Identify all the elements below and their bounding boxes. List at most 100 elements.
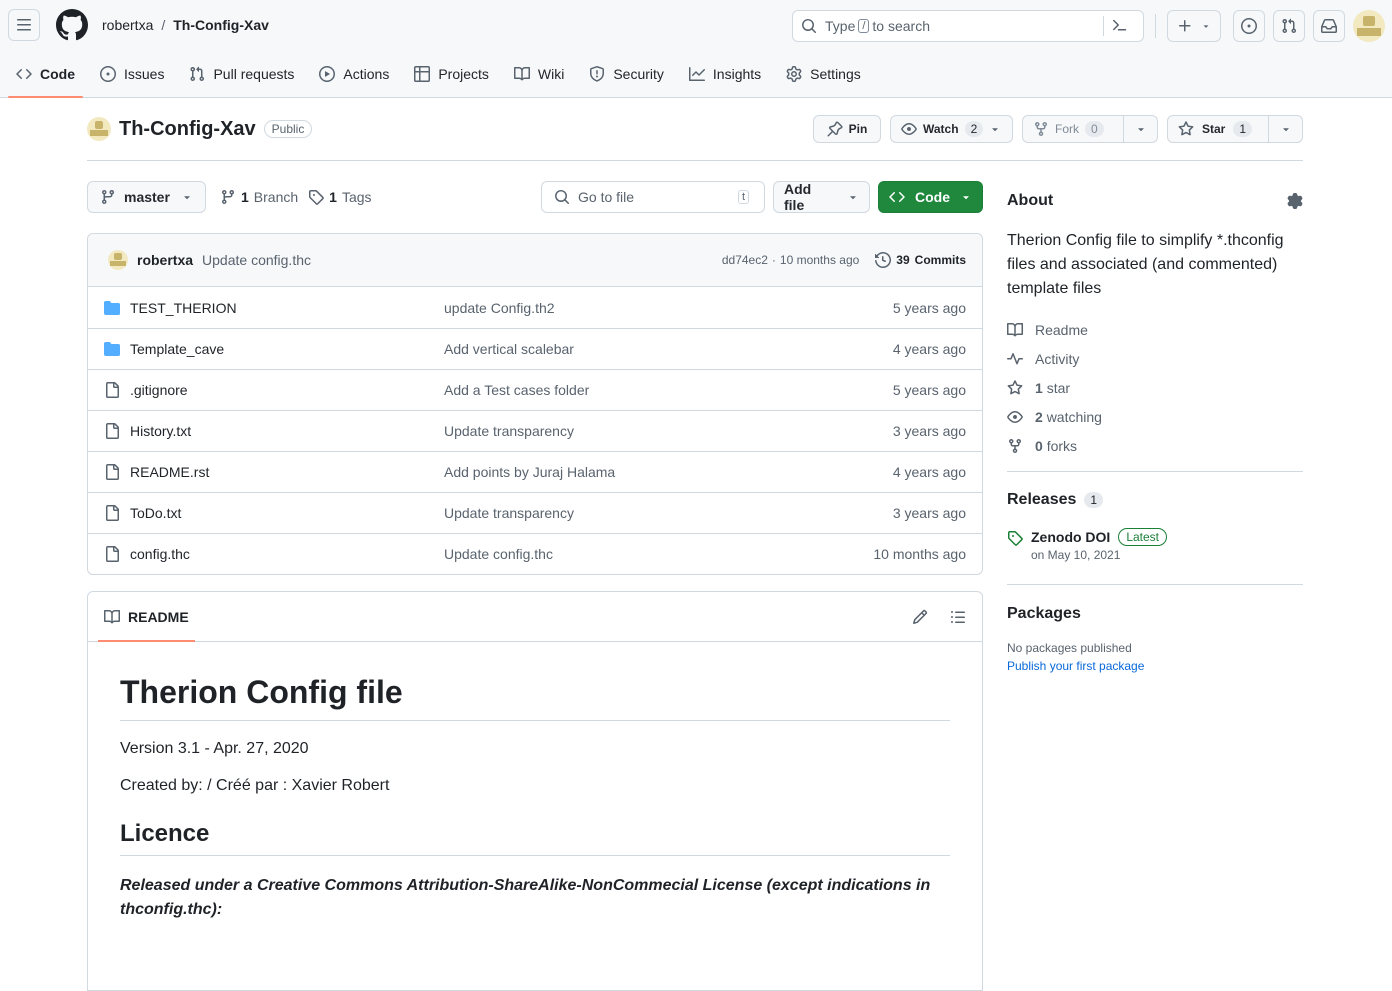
stars-link[interactable]: 1 star — [1007, 373, 1303, 402]
tab-pull-requests[interactable]: Pull requests — [181, 50, 302, 97]
tab-issues[interactable]: Issues — [92, 50, 172, 97]
readme-link[interactable]: Readme — [1007, 315, 1303, 344]
readme-licence-text: Released under a Creative Commons Attrib… — [120, 877, 931, 918]
watching-count: 2 — [1035, 408, 1043, 425]
release-item[interactable]: Zenodo DOI Latest on May 10, 2021 — [1007, 528, 1303, 562]
triangle-down-icon — [992, 128, 998, 132]
pin-button[interactable]: Pin — [813, 115, 881, 143]
file-name[interactable]: TEST_THERION — [130, 300, 237, 316]
breadcrumb-owner[interactable]: robertxa — [102, 17, 153, 33]
create-new-button[interactable] — [1167, 10, 1221, 42]
file-name[interactable]: ToDo.txt — [130, 505, 181, 521]
watchers-link[interactable]: 2 watching — [1007, 402, 1303, 431]
readme-body: Therion Config file Version 3.1 - Apr. 2… — [88, 642, 982, 922]
list-outline-icon[interactable] — [950, 609, 966, 625]
branches-link[interactable]: 1 Branch — [220, 189, 298, 205]
file-row[interactable]: .gitignore Add a Test cases folder 5 years… — [88, 369, 982, 410]
commit-author[interactable]: robertxa — [137, 252, 193, 268]
repo-owner-avatar[interactable] — [87, 117, 111, 141]
tab-security[interactable]: Security — [581, 50, 672, 97]
breadcrumb-repo[interactable]: Th-Config-Xav — [173, 17, 269, 33]
search-input[interactable]: Type / to search — [792, 10, 1144, 42]
fork-label: Fork — [1055, 122, 1079, 136]
file-row[interactable]: History.txt Update transparency 3 years ag… — [88, 410, 982, 451]
fork-menu-button[interactable] — [1124, 115, 1158, 143]
pin-label: Pin — [848, 122, 868, 136]
file-commit-message[interactable]: Update transparency — [444, 423, 893, 439]
command-palette-button[interactable] — [1103, 16, 1133, 36]
issue-icon — [100, 65, 116, 82]
tags-link[interactable]: 1 Tags — [308, 189, 372, 205]
file-row[interactable]: config.thc Update config.thc 10 months ago — [88, 533, 982, 574]
code-icon — [889, 191, 905, 203]
file-row[interactable]: README.rst Add points by Juraj Halama 4 ye… — [88, 451, 982, 492]
commit-hash[interactable]: dd74ec2 — [722, 253, 768, 267]
file-commit-message[interactable]: update Config.th2 — [444, 300, 893, 316]
user-avatar[interactable] — [1353, 10, 1385, 42]
file-commit-message[interactable]: Update transparency — [444, 505, 893, 521]
file-name[interactable]: History.txt — [130, 423, 191, 439]
file-row[interactable]: TEST_THERION update Config.th2 5 years ago — [88, 287, 982, 328]
commits-label: Commits — [914, 253, 966, 267]
repo-actions: Pin Watch 2 Fork 0 Star 1 — [813, 115, 1303, 143]
tab-projects[interactable]: Projects — [406, 50, 497, 97]
file-age: 4 years ago — [892, 464, 966, 480]
tab-actions[interactable]: Actions — [311, 50, 397, 97]
publish-package-link[interactable]: Publish your first package — [1007, 659, 1303, 673]
forks-link[interactable]: 0 forks — [1007, 431, 1303, 460]
commit-author-avatar[interactable] — [108, 250, 128, 270]
releases-heading[interactable]: Releases — [1007, 491, 1076, 509]
inbox-button[interactable] — [1313, 10, 1345, 42]
commit-message[interactable]: Update config.thc — [202, 252, 311, 268]
file-commit-message[interactable]: Add vertical scalebar — [444, 341, 893, 357]
file-commit-message[interactable]: Add points by Juraj Halama — [444, 464, 893, 480]
branch-select[interactable]: master — [87, 181, 206, 213]
file-commit-message[interactable]: Update config.thc — [444, 546, 873, 562]
go-to-file-input[interactable]: Go to file t — [541, 181, 765, 213]
fork-icon — [1035, 122, 1047, 137]
readme-link-label: Readme — [1035, 321, 1088, 338]
menu-button[interactable] — [8, 9, 40, 41]
star-button-group: Star 1 — [1167, 115, 1303, 143]
file-name[interactable]: Template_cave — [130, 341, 224, 357]
latest-badge: Latest — [1118, 528, 1168, 546]
release-name[interactable]: Zenodo DOI — [1031, 529, 1110, 545]
add-file-button[interactable]: Add file — [773, 181, 870, 213]
commits-link[interactable]: 39 Commits — [875, 252, 966, 268]
file-icon — [106, 546, 119, 562]
gear-icon[interactable] — [1287, 193, 1303, 209]
star-menu-button[interactable] — [1269, 115, 1303, 143]
tag-icon — [309, 190, 324, 205]
code-button[interactable]: Code — [878, 181, 983, 213]
file-icon — [106, 505, 119, 521]
fork-button[interactable]: Fork 0 — [1022, 115, 1124, 143]
folder-icon — [104, 342, 120, 356]
file-name-cell: History.txt — [104, 423, 444, 439]
readme-tab[interactable]: README — [98, 592, 195, 642]
file-row[interactable]: Template_cave Add vertical scalebar 4 year… — [88, 328, 982, 369]
file-commit-message[interactable]: Add a Test cases folder — [444, 382, 893, 398]
branch-count: 1 — [241, 189, 249, 205]
repo-title[interactable]: Th-Config-Xav — [119, 118, 256, 141]
github-logo-icon[interactable] — [56, 9, 88, 41]
star-button[interactable]: Star 1 — [1167, 115, 1269, 143]
tab-wiki[interactable]: Wiki — [506, 50, 572, 97]
header-actions — [1167, 10, 1385, 42]
file-name[interactable]: .gitignore — [130, 382, 188, 398]
pull-requests-button[interactable] — [1273, 10, 1305, 42]
file-name[interactable]: README.rst — [130, 464, 209, 480]
eye-icon — [1007, 410, 1023, 423]
tab-settings[interactable]: Settings — [778, 50, 869, 97]
watch-button[interactable]: Watch 2 — [890, 115, 1013, 143]
readme-version: Version 3.1 - Apr. 27, 2020 — [120, 740, 309, 757]
file-name[interactable]: config.thc — [130, 546, 190, 562]
file-row[interactable]: ToDo.txt Update transparency 3 years ago — [88, 492, 982, 533]
packages-empty: No packages published — [1007, 641, 1132, 655]
activity-link[interactable]: Activity — [1007, 344, 1303, 373]
pencil-icon[interactable] — [912, 609, 928, 625]
tab-code[interactable]: Code — [8, 50, 83, 98]
issues-button[interactable] — [1233, 10, 1265, 42]
global-header: robertxa / Th-Config-Xav Type / to searc… — [0, 0, 1392, 98]
tab-insights[interactable]: Insights — [681, 50, 769, 97]
packages-heading[interactable]: Packages — [1007, 605, 1303, 623]
